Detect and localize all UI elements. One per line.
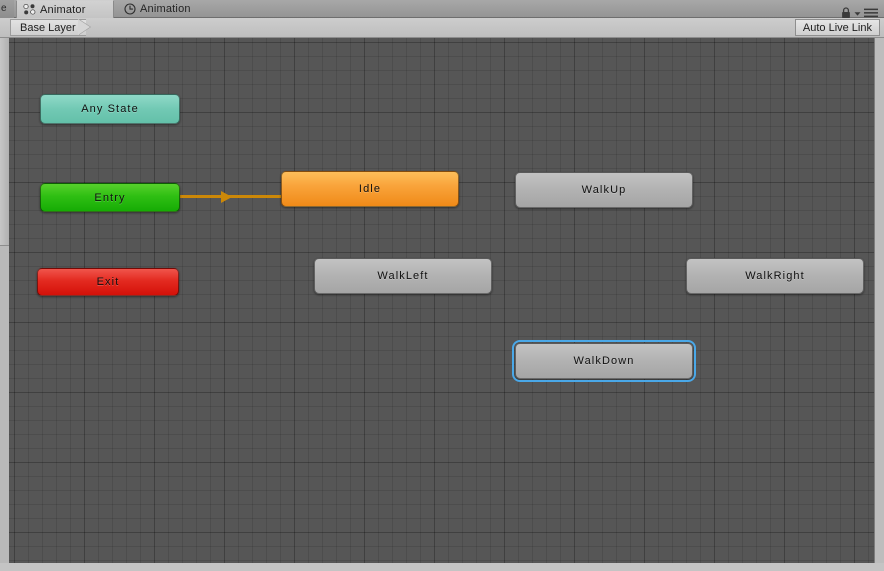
- state-node-label: Entry: [94, 191, 126, 204]
- state-node-walkdown[interactable]: WalkDown: [512, 340, 696, 382]
- tab-bar: e Animator Animation: [0, 0, 884, 18]
- state-node-label: Any State: [81, 103, 139, 115]
- left-panel-sliver: [0, 38, 9, 571]
- breadcrumb-arrow-icon: [78, 19, 90, 35]
- tab-animator-label: Animator: [40, 3, 86, 16]
- tab-animation[interactable]: Animation: [118, 0, 208, 18]
- state-node-label: WalkRight: [745, 270, 805, 282]
- left-panel-sliver-section[interactable]: [0, 38, 9, 246]
- clock-icon: [124, 3, 136, 15]
- animator-graph-canvas[interactable]: Any State Entry Exit Idle WalkUp WalkLeft Walk…: [9, 38, 875, 563]
- state-node-walkright[interactable]: WalkRight: [686, 258, 864, 294]
- hamburger-menu-icon[interactable]: [864, 8, 880, 18]
- window-bottom-strip: [0, 563, 884, 571]
- state-node-label: WalkUp: [581, 184, 627, 196]
- layer-toolbar: Base Layer Auto Live Link: [0, 18, 884, 38]
- state-node-label: WalkDown: [573, 355, 635, 367]
- state-node-label: WalkLeft: [377, 270, 429, 282]
- state-node-label: Exit: [96, 276, 120, 288]
- canvas-right-padding: [875, 38, 884, 563]
- state-node-walkup[interactable]: WalkUp: [515, 172, 693, 208]
- auto-live-link-button[interactable]: Auto Live Link: [794, 19, 880, 36]
- breadcrumb-label: Base Layer: [20, 21, 76, 34]
- state-node-exit[interactable]: Exit: [37, 268, 179, 296]
- tab-animator[interactable]: Animator: [16, 0, 114, 18]
- transition-arrow-icon: [221, 190, 232, 203]
- animator-window: e Animator Animation Base Layer Auto Liv…: [0, 0, 884, 571]
- state-node-walkleft[interactable]: WalkLeft: [314, 258, 492, 294]
- state-node-label: Idle: [358, 183, 382, 195]
- tab-partial-left[interactable]: e: [0, 0, 14, 18]
- state-node-any-state[interactable]: Any State: [40, 94, 180, 124]
- breadcrumb-base-layer[interactable]: Base Layer: [10, 19, 86, 36]
- animator-icon: [23, 4, 36, 15]
- state-node-entry[interactable]: Entry: [40, 183, 180, 212]
- tab-animation-label: Animation: [140, 3, 191, 15]
- state-node-idle[interactable]: Idle: [281, 171, 459, 207]
